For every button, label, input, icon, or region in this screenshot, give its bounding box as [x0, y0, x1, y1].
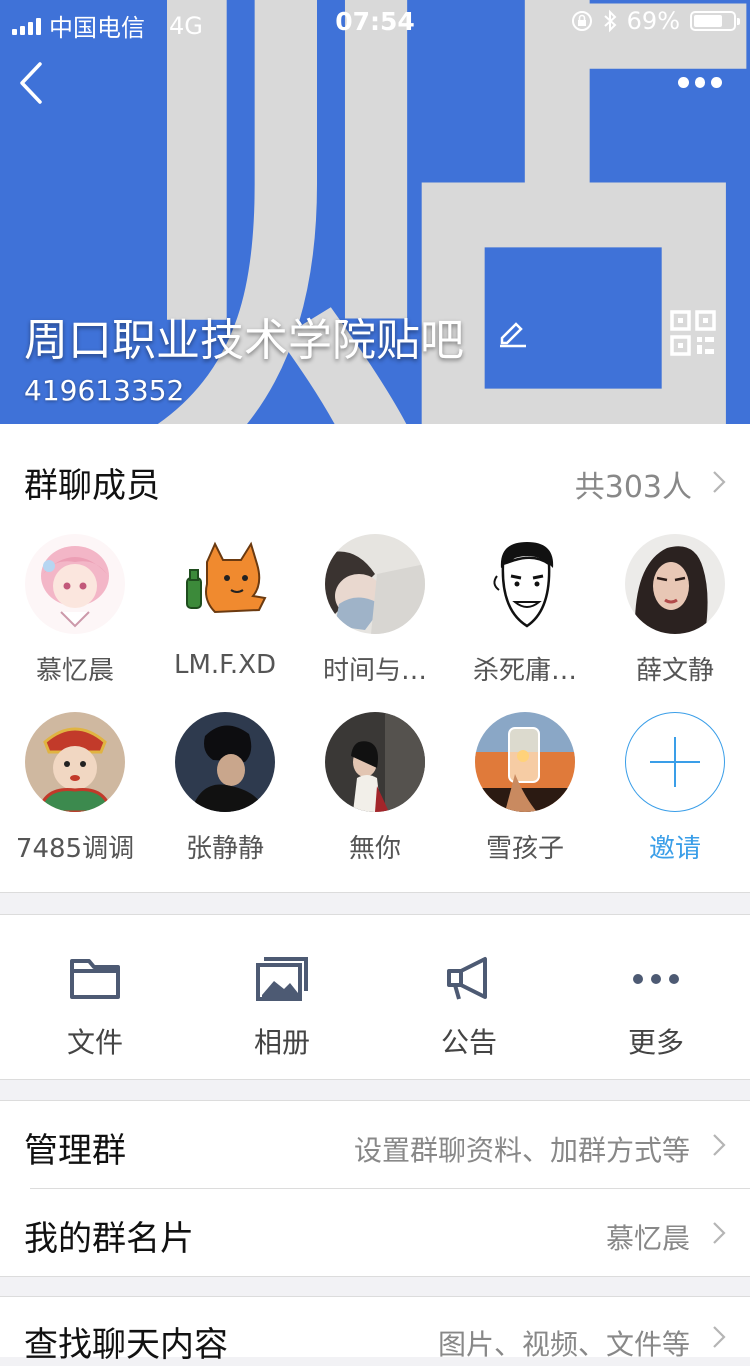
- member-name: 张静静: [185, 834, 264, 864]
- avatar: [625, 534, 725, 634]
- avatar: [25, 534, 125, 634]
- avatar: [325, 534, 425, 634]
- member-name: 杀死庸…: [472, 656, 577, 686]
- more-icon: [633, 974, 679, 984]
- edit-name-icon[interactable]: [496, 314, 530, 348]
- avatar: [475, 712, 575, 812]
- chevron-right-icon: [713, 1326, 726, 1348]
- album-icon: [256, 957, 308, 1001]
- album-button[interactable]: 相册: [212, 953, 352, 1061]
- battery-percent: 69%: [626, 7, 680, 35]
- member-item[interactable]: 無你: [300, 712, 450, 865]
- member-item[interactable]: 雪孩子: [450, 712, 600, 865]
- tool-label: 公告: [440, 1026, 497, 1059]
- back-button[interactable]: [14, 58, 54, 108]
- tools-bar: 文件 相册 公告 更多: [0, 914, 750, 1080]
- row-title: 我的群名片: [24, 1219, 194, 1259]
- members-section: 群聊成员 共303人 慕忆晨 LM.F.XD 时间与… 杀死庸… 薛文静 748…: [0, 424, 750, 893]
- avatar: [175, 534, 275, 634]
- search-chat-row[interactable]: 查找聊天内容 图片、视频、文件等: [0, 1296, 750, 1365]
- tool-label: 更多: [627, 1026, 684, 1059]
- member-item[interactable]: 张静静: [150, 712, 300, 865]
- member-name: 無你: [348, 834, 401, 864]
- announcement-icon: [447, 957, 487, 1000]
- group-header: 贴 中国电信 4G 07:54 69% 周口职业技术学院贴吧 419613352: [0, 0, 750, 424]
- avatar: [175, 712, 275, 812]
- member-item[interactable]: 慕忆晨: [0, 534, 150, 687]
- plus-icon: [625, 712, 725, 812]
- row-value: 设置群聊资料、加群方式等: [353, 1134, 690, 1167]
- manage-group-row[interactable]: 管理群 设置群聊资料、加群方式等: [0, 1101, 750, 1189]
- avatar: [325, 712, 425, 812]
- group-id: 419613352: [24, 374, 185, 407]
- rotation-lock-icon: [571, 11, 592, 31]
- chevron-right-icon: [713, 1222, 726, 1244]
- status-bar: 中国电信 4G 07:54 69%: [0, 0, 750, 42]
- member-item[interactable]: LM.F.XD: [150, 534, 300, 680]
- announcement-button[interactable]: 公告: [399, 953, 539, 1061]
- avatar: [475, 534, 575, 634]
- chevron-right-icon: [713, 471, 726, 493]
- avatar: [25, 712, 125, 812]
- tool-label: 文件: [66, 1026, 123, 1059]
- row-title: 查找聊天内容: [24, 1325, 228, 1365]
- tool-label: 相册: [253, 1026, 310, 1059]
- member-item[interactable]: 7485调调: [0, 712, 150, 865]
- member-item[interactable]: 杀死庸…: [450, 534, 600, 687]
- bluetooth-icon: [603, 9, 617, 33]
- group-name: 周口职业技术学院贴吧: [24, 315, 464, 366]
- settings-section: 管理群 设置群聊资料、加群方式等 我的群名片 慕忆晨: [0, 1100, 750, 1277]
- qr-code-icon[interactable]: [670, 310, 716, 356]
- row-title: 管理群: [24, 1131, 126, 1171]
- member-name: 7485调调: [15, 834, 135, 864]
- member-name: 雪孩子: [485, 834, 564, 864]
- files-button[interactable]: 文件: [25, 953, 165, 1061]
- battery-icon: [690, 11, 740, 31]
- row-value: 图片、视频、文件等: [437, 1328, 690, 1361]
- member-name: 慕忆晨: [35, 656, 114, 686]
- chevron-right-icon: [713, 1134, 726, 1156]
- members-title: 群聊成员: [24, 466, 160, 506]
- invite-button[interactable]: 邀请: [600, 712, 750, 865]
- members-count-link[interactable]: 共303人: [575, 462, 692, 506]
- member-name: 时间与…: [322, 656, 427, 686]
- more-options-button[interactable]: [678, 70, 723, 94]
- folder-icon: [70, 959, 120, 999]
- member-item[interactable]: 薛文静: [600, 534, 750, 687]
- more-tools-button[interactable]: 更多: [586, 953, 726, 1061]
- invite-label: 邀请: [648, 834, 701, 864]
- member-name: 薛文静: [635, 656, 714, 686]
- member-item[interactable]: 时间与…: [300, 534, 450, 687]
- row-value: 慕忆晨: [605, 1222, 690, 1255]
- member-name: LM.F.XD: [173, 650, 277, 680]
- my-group-card-row[interactable]: 我的群名片 慕忆晨: [0, 1189, 750, 1276]
